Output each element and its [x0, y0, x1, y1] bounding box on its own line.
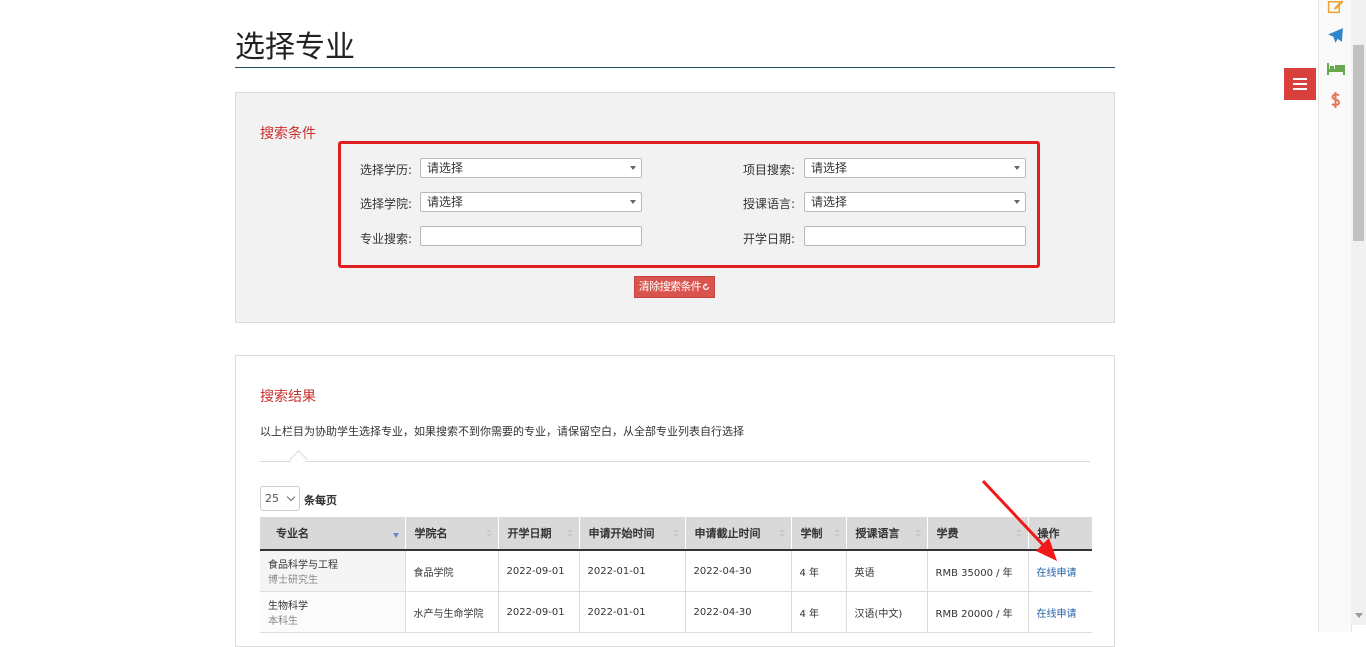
edit-icon[interactable]	[1327, 0, 1344, 15]
column-header-language[interactable]: 授课语言	[845, 517, 927, 551]
column-header-label: 开学日期	[507, 527, 552, 540]
college-select-value: 请选择	[427, 195, 464, 209]
apply-online-link[interactable]: 在线申请	[1037, 568, 1077, 579]
project-label: 项目搜索:	[742, 163, 795, 177]
major-cell: 生物科学 本科生	[260, 591, 405, 633]
page-title: 选择专业	[235, 30, 355, 65]
column-header-label: 申请开始时间	[588, 527, 655, 540]
tuition-cell: RMB 20000 / 年	[926, 591, 1028, 633]
sort-icon	[566, 529, 573, 538]
college-cell: 食品学院	[404, 550, 498, 592]
apply-online-link[interactable]: 在线申请	[1037, 609, 1077, 620]
table-header-row: 专业名 学院名 开学日期 申请开始时间 申请截止时间 学制 授课语言 学费 操作	[260, 517, 1092, 551]
college-select[interactable]: 请选择	[420, 192, 642, 212]
results-note: 以上栏目为协助学生选择专业，如果搜索不到你需要的专业，请保留空白，从全部专业列表…	[260, 425, 744, 438]
column-header-start-date[interactable]: 开学日期	[497, 517, 579, 551]
language-cell: 英语	[845, 550, 927, 592]
start-date-cell: 2022-09-01	[497, 591, 579, 633]
column-header-label: 专业名	[276, 527, 309, 540]
scroll-down-icon[interactable]	[1355, 613, 1363, 618]
sort-icon	[914, 529, 921, 538]
column-header-label: 授课语言	[855, 527, 900, 540]
table-row: 生物科学 本科生 水产与生命学院 2022-09-01 2022-01-01 20…	[260, 591, 1092, 633]
red-arrow-annotation	[981, 479, 1057, 561]
dollar-icon[interactable]	[1327, 91, 1344, 109]
title-divider	[235, 67, 1115, 68]
start-date-input[interactable]	[804, 226, 1026, 246]
column-header-apply-end[interactable]: 申请截止时间	[684, 517, 791, 551]
major-search-label: 专业搜索:	[359, 232, 412, 246]
menu-bar	[1293, 88, 1307, 90]
action-cell: 在线申请	[1027, 591, 1092, 633]
scrollbar-thumb[interactable]	[1353, 45, 1364, 241]
bed-icon[interactable]	[1327, 61, 1345, 75]
column-header-label: 学制	[800, 527, 823, 540]
results-divider	[260, 461, 1090, 462]
college-cell: 水产与生命学院	[404, 591, 498, 633]
project-select[interactable]: 请选择	[804, 158, 1026, 178]
duration-cell: 4 年	[790, 591, 846, 633]
chevron-down-icon	[286, 492, 296, 502]
results-table: 专业名 学院名 开学日期 申请开始时间 申请截止时间 学制 授课语言 学费 操作…	[260, 517, 1092, 633]
college-label: 选择学院:	[359, 197, 412, 211]
sort-descending-icon	[392, 533, 399, 538]
clear-search-label: 清除搜索条件	[638, 280, 702, 293]
clear-search-button[interactable]: 清除搜索条件	[634, 276, 715, 298]
major-name: 食品科学与工程	[268, 560, 338, 571]
start-date-cell: 2022-09-01	[497, 550, 579, 592]
start-date-label: 开学日期:	[742, 232, 795, 246]
project-select-value: 请选择	[811, 161, 848, 175]
divider-notch	[289, 450, 308, 469]
column-header-college[interactable]: 学院名	[404, 517, 498, 551]
column-header-label: 申请截止时间	[694, 527, 761, 540]
language-select-value: 请选择	[811, 195, 848, 209]
apply-start-cell: 2022-01-01	[578, 591, 685, 633]
education-select-value: 请选择	[427, 161, 464, 175]
menu-bar	[1293, 83, 1307, 85]
menu-bar	[1293, 78, 1307, 80]
hamburger-menu-icon[interactable]	[1284, 68, 1316, 100]
major-name: 生物科学	[268, 601, 308, 612]
table-row: 食品科学与工程 博士研究生 食品学院 2022-09-01 2022-01-01 …	[260, 550, 1092, 592]
sort-icon	[672, 529, 679, 538]
language-label: 授课语言:	[742, 197, 795, 211]
duration-cell: 4 年	[790, 550, 846, 592]
column-header-duration[interactable]: 学制	[790, 517, 846, 551]
sort-icon	[778, 529, 785, 538]
right-toolbar	[1318, 0, 1352, 632]
page-size-select[interactable]: 25	[260, 486, 300, 511]
page-size-value: 25	[265, 492, 279, 505]
search-heading: 搜索条件	[260, 126, 316, 142]
caret-down-icon	[630, 166, 636, 170]
scrollbar[interactable]	[1351, 0, 1366, 625]
column-header-major[interactable]: 专业名	[260, 517, 405, 551]
search-panel: 搜索条件 选择学历: 请选择 项目搜索: 请选择 选择学院: 请选择 授课语言:…	[235, 92, 1115, 323]
column-header-apply-start[interactable]: 申请开始时间	[578, 517, 685, 551]
column-header-label: 学费	[936, 527, 959, 540]
language-select[interactable]: 请选择	[804, 192, 1026, 212]
degree-level: 博士研究生	[268, 575, 318, 586]
sort-icon	[833, 529, 840, 538]
airplane-icon[interactable]	[1327, 27, 1344, 44]
education-label: 选择学历:	[359, 163, 412, 177]
apply-end-cell: 2022-04-30	[684, 550, 791, 592]
page-size-label: 条每页	[304, 494, 337, 507]
sort-icon	[485, 529, 492, 538]
major-search-input[interactable]	[420, 226, 642, 246]
caret-down-icon	[1014, 200, 1020, 204]
caret-down-icon	[1014, 166, 1020, 170]
major-cell: 食品科学与工程 博士研究生	[260, 550, 405, 592]
education-select[interactable]: 请选择	[420, 158, 642, 178]
apply-end-cell: 2022-04-30	[684, 591, 791, 633]
results-heading: 搜索结果	[260, 389, 316, 405]
apply-start-cell: 2022-01-01	[578, 550, 685, 592]
language-cell: 汉语(中文)	[845, 591, 927, 633]
column-header-label: 学院名	[414, 527, 448, 540]
caret-down-icon	[630, 200, 636, 204]
refresh-icon	[703, 283, 710, 291]
